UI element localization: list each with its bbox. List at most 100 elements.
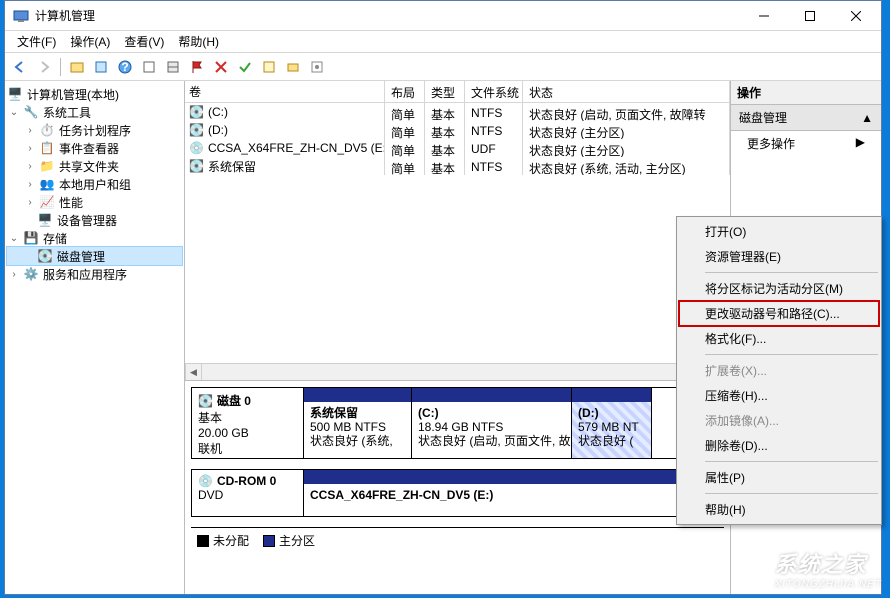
cell-status: 状态良好 (主分区) [523, 139, 730, 157]
menubar: 文件(F) 操作(A) 查看(V) 帮助(H) [5, 31, 881, 53]
nav-tree[interactable]: 🖥️计算机管理(本地) ⌄🔧系统工具 ›⏱️任务计划程序 ›📋事件查看器 ›📁共… [5, 81, 185, 594]
cdrom-info[interactable]: 💿CD-ROM 0 DVD [192, 470, 304, 516]
partition[interactable]: 系统保留500 MB NTFS状态良好 (系统, [304, 388, 412, 458]
menu-view[interactable]: 查看(V) [118, 31, 170, 52]
cm-shrink[interactable]: 压缩卷(H)... [679, 383, 879, 408]
tree-disk-mgmt[interactable]: 磁盘管理 [57, 248, 105, 265]
legend-primary: 主分区 [279, 532, 315, 549]
cm-properties[interactable]: 属性(P) [679, 465, 879, 490]
menu-help[interactable]: 帮助(H) [172, 31, 225, 52]
menu-file[interactable]: 文件(F) [11, 31, 62, 52]
cdrom-icon: 💿 [198, 474, 213, 488]
part-name: 系统保留 [310, 406, 405, 420]
part-status: 状态良好 (启动, 页面文件, 故 [418, 434, 565, 448]
minimize-button[interactable] [741, 2, 787, 30]
check-icon[interactable] [234, 56, 256, 78]
cm-change-letter[interactable]: 更改驱动器号和路径(C)... [679, 301, 879, 326]
app-icon [13, 8, 29, 24]
delete-x-icon[interactable] [210, 56, 232, 78]
col-type[interactable]: 类型 [425, 81, 465, 102]
tb-icon-1[interactable] [66, 56, 88, 78]
actions-more[interactable]: 更多操作▶ [731, 131, 881, 156]
tb-icon-3[interactable] [138, 56, 160, 78]
flag-icon[interactable] [186, 56, 208, 78]
col-volume[interactable]: 卷 [185, 81, 385, 102]
col-status[interactable]: 状态 [523, 81, 730, 102]
scheduler-icon: ⏱️ [39, 122, 55, 138]
cell-layout: 简单 [385, 157, 425, 175]
cm-mark-active[interactable]: 将分区标记为活动分区(M) [679, 276, 879, 301]
cell-status: 状态良好 (系统, 活动, 主分区) [523, 157, 730, 175]
expand-icon[interactable]: › [25, 179, 35, 190]
part-status: 状态良好 ( [578, 434, 645, 448]
tb-icon-6[interactable] [282, 56, 304, 78]
part-name: (D:) [578, 406, 645, 420]
tb-icon-2[interactable] [90, 56, 112, 78]
volume-list[interactable]: 卷 布局 类型 文件系统 状态 💽(C:)简单基本NTFS状态良好 (启动, 页… [185, 81, 730, 381]
tree-event-viewer[interactable]: 事件查看器 [59, 140, 119, 157]
tree-storage[interactable]: 存储 [43, 230, 67, 247]
watermark-url: XITONGZHIJIA.NET [775, 579, 883, 590]
volume-row[interactable]: 💿CCSA_X64FRE_ZH-CN_DV5 (E:)简单基本UDF状态良好 (… [185, 139, 730, 157]
disk-0-info[interactable]: 💽磁盘 0 基本 20.00 GB 联机 [192, 388, 304, 458]
close-button[interactable] [833, 2, 879, 30]
volume-row[interactable]: 💽(D:)简单基本NTFS状态良好 (主分区) [185, 121, 730, 139]
menu-action[interactable]: 操作(A) [64, 31, 116, 52]
horizontal-scrollbar[interactable]: ◀ ▶ [185, 363, 730, 380]
volume-header-row: 卷 布局 类型 文件系统 状态 [185, 81, 730, 103]
part-status: 状态良好 (系统, [310, 434, 405, 448]
legend-swatch-primary [263, 535, 275, 547]
expand-icon[interactable]: › [25, 161, 35, 172]
actions-header: 操作 [731, 81, 881, 105]
tree-performance[interactable]: 性能 [59, 194, 83, 211]
cell-type: 基本 [425, 121, 465, 139]
partition[interactable]: (D:)579 MB NT状态良好 ( [572, 388, 652, 458]
cell-type: 基本 [425, 103, 465, 121]
cm-format[interactable]: 格式化(F)... [679, 326, 879, 351]
volume-icon: 💽 [189, 159, 204, 173]
tb-icon-4[interactable] [162, 56, 184, 78]
part-detail: 500 MB NTFS [310, 420, 405, 434]
tree-system-tools[interactable]: 系统工具 [43, 104, 91, 121]
col-layout[interactable]: 布局 [385, 81, 425, 102]
actions-section[interactable]: 磁盘管理▲ [731, 105, 881, 131]
help-icon[interactable]: ? [114, 56, 136, 78]
expand-icon[interactable]: › [25, 125, 35, 136]
scroll-left-icon[interactable]: ◀ [185, 364, 202, 380]
titlebar: 计算机管理 [5, 1, 881, 31]
collapse-icon[interactable]: ⌄ [9, 233, 19, 244]
volume-name: CCSA_X64FRE_ZH-CN_DV5 (E:) [208, 141, 385, 155]
part-detail: 579 MB NT [578, 420, 645, 434]
watermark-brand: 系统之家 [775, 547, 883, 579]
tree-task-scheduler[interactable]: 任务计划程序 [59, 122, 131, 139]
volume-row[interactable]: 💽(C:)简单基本NTFS状态良好 (启动, 页面文件, 故障转 [185, 103, 730, 121]
tb-icon-7[interactable] [306, 56, 328, 78]
cm-help[interactable]: 帮助(H) [679, 497, 879, 522]
tools-icon: 🔧 [23, 104, 39, 120]
col-fs[interactable]: 文件系统 [465, 81, 523, 102]
cm-delete[interactable]: 删除卷(D)... [679, 433, 879, 458]
collapse-icon[interactable]: ⌄ [9, 107, 19, 118]
expand-icon[interactable]: › [9, 269, 19, 280]
tree-shared-folders[interactable]: 共享文件夹 [59, 158, 119, 175]
disk0-size: 20.00 GB [198, 426, 297, 440]
back-button[interactable] [9, 56, 31, 78]
device-icon: 🖥️ [37, 212, 53, 228]
maximize-button[interactable] [787, 2, 833, 30]
tree-local-users[interactable]: 本地用户和组 [59, 176, 131, 193]
tree-root[interactable]: 计算机管理(本地) [27, 86, 119, 103]
cdrom-partition[interactable]: CCSA_X64FRE_ZH-CN_DV5 (E:) [304, 470, 723, 516]
expand-icon[interactable]: › [25, 197, 35, 208]
cell-layout: 简单 [385, 139, 425, 157]
tb-icon-5[interactable] [258, 56, 280, 78]
volume-row[interactable]: 💽系统保留简单基本NTFS状态良好 (系统, 活动, 主分区) [185, 157, 730, 175]
cdrom-kind: DVD [198, 488, 297, 502]
tree-services-apps[interactable]: 服务和应用程序 [43, 266, 127, 283]
tree-device-manager[interactable]: 设备管理器 [57, 212, 117, 229]
forward-button[interactable] [33, 56, 55, 78]
partition[interactable]: (C:)18.94 GB NTFS状态良好 (启动, 页面文件, 故 [412, 388, 572, 458]
cm-explorer[interactable]: 资源管理器(E) [679, 244, 879, 269]
expand-icon[interactable]: › [25, 143, 35, 154]
chevron-up-icon: ▲ [861, 111, 873, 125]
cm-open[interactable]: 打开(O) [679, 219, 879, 244]
